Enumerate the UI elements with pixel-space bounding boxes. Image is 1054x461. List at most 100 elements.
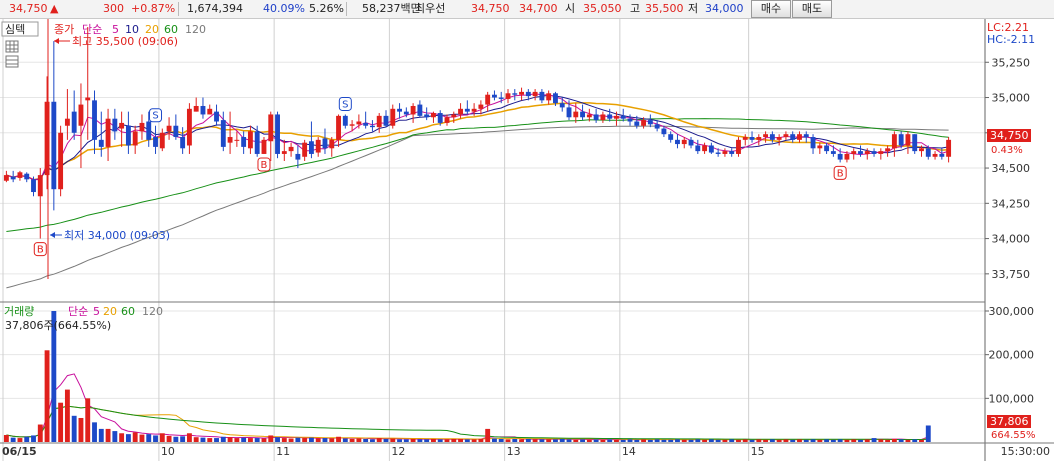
candle-body bbox=[268, 114, 274, 142]
volume-bar bbox=[553, 439, 558, 442]
volume-bar bbox=[797, 439, 802, 442]
candle-body bbox=[234, 139, 240, 141]
volume-bar bbox=[342, 438, 348, 442]
candle-body bbox=[539, 91, 545, 101]
volume-bar bbox=[71, 415, 77, 442]
candle-body bbox=[810, 137, 816, 149]
volume-bar bbox=[485, 428, 491, 442]
buy-signal-marker: B bbox=[257, 157, 271, 172]
divider bbox=[178, 2, 179, 16]
volume-bar bbox=[336, 436, 341, 442]
price-tick-label: 35,250 bbox=[992, 56, 1031, 69]
volume-bar bbox=[159, 433, 165, 442]
candle-body bbox=[546, 93, 552, 101]
candle-body bbox=[193, 105, 199, 112]
turnover-ratio: 5.26% bbox=[309, 2, 344, 15]
volume-tick-label: 100,000 bbox=[989, 392, 1035, 405]
volume-bar bbox=[322, 438, 328, 442]
volume-bar bbox=[566, 439, 572, 442]
candle-body bbox=[37, 175, 43, 197]
candle-body bbox=[803, 134, 809, 138]
candle-body bbox=[925, 148, 931, 157]
candle-body bbox=[376, 115, 382, 128]
candle-body bbox=[939, 153, 945, 157]
candle-body bbox=[207, 108, 213, 115]
volume-bar bbox=[166, 435, 172, 442]
candle-body bbox=[905, 134, 911, 146]
volume-bar bbox=[153, 435, 158, 442]
volume-bar bbox=[430, 438, 436, 442]
last-volume-label: 37,806주(664.55%) bbox=[5, 319, 111, 332]
candle-body bbox=[573, 111, 579, 118]
volume-legend-label: 거래량 bbox=[4, 305, 34, 318]
time-tick-label: 12 bbox=[391, 445, 405, 458]
candle-body bbox=[593, 114, 599, 121]
volume-bar bbox=[132, 432, 138, 442]
volume-bar bbox=[729, 439, 735, 442]
best-ask: 34,750 bbox=[471, 2, 510, 15]
volume-bar bbox=[268, 435, 274, 442]
volume-bar bbox=[871, 438, 877, 442]
volume-bar bbox=[634, 439, 640, 442]
volume-bar bbox=[105, 428, 111, 442]
best-quote-label: 최우선 bbox=[415, 2, 446, 15]
time-tick-label: 14 bbox=[622, 445, 636, 458]
candle-body bbox=[919, 148, 924, 152]
buy-button[interactable]: 매수 bbox=[751, 0, 791, 18]
volume-legend-avg: 단순 bbox=[68, 305, 88, 318]
current-volume-pct: 664.55% bbox=[991, 430, 1036, 441]
candle-body bbox=[824, 145, 830, 152]
candle-body bbox=[790, 134, 796, 140]
candle-body bbox=[492, 94, 497, 98]
volume-bar bbox=[925, 425, 931, 442]
volume-bar bbox=[444, 439, 450, 442]
sell-button[interactable]: 매도 bbox=[792, 0, 832, 18]
candle-body bbox=[559, 103, 565, 108]
volume-bar bbox=[315, 438, 321, 442]
period-toggle-icon[interactable] bbox=[5, 55, 19, 68]
volume-bar bbox=[227, 437, 233, 442]
volume-bar bbox=[390, 438, 396, 442]
volume-bar bbox=[451, 438, 457, 442]
volume-bar bbox=[119, 433, 125, 442]
volume-bar bbox=[220, 436, 226, 442]
high-label: 고 bbox=[630, 2, 641, 15]
candle-body bbox=[817, 145, 823, 149]
volume-bar bbox=[885, 439, 891, 442]
volume-tick-label: 200,000 bbox=[989, 349, 1035, 362]
candle-body bbox=[10, 176, 16, 180]
volume-bar bbox=[702, 439, 708, 442]
candle-body bbox=[17, 172, 23, 178]
candle-body bbox=[220, 120, 226, 147]
candle-body bbox=[58, 132, 64, 190]
candle-body bbox=[288, 146, 294, 152]
candle-body bbox=[308, 141, 314, 154]
candle-body bbox=[153, 137, 158, 147]
candle-body bbox=[851, 151, 857, 154]
stock-name-label: 심텍 bbox=[5, 23, 25, 36]
candle-body bbox=[410, 105, 416, 115]
candle-body bbox=[797, 134, 802, 140]
sell-signal-marker: S bbox=[338, 96, 352, 111]
min-annotation: 최저 34,000 (09:03) bbox=[50, 229, 170, 242]
volume-bar bbox=[708, 439, 714, 442]
stock-chart[interactable]: 심텍 종가 단순 5 10 20 60 120 35,25035,00034,7… bbox=[0, 19, 1054, 461]
volume-ratio: 40.09% bbox=[263, 2, 305, 15]
current-change-pct: 0.43% bbox=[991, 145, 1023, 156]
candle-body bbox=[322, 138, 328, 149]
volume-bar bbox=[824, 439, 830, 442]
candle-body bbox=[369, 125, 375, 128]
candle-body bbox=[281, 151, 287, 154]
volume-bar bbox=[600, 439, 606, 442]
candle-body bbox=[708, 145, 714, 153]
volume-bar bbox=[620, 439, 626, 442]
volume-bar bbox=[3, 435, 9, 442]
candle-body bbox=[342, 115, 348, 126]
candle-body bbox=[641, 120, 647, 126]
volume-bar bbox=[234, 438, 240, 442]
candle-body bbox=[769, 134, 775, 140]
volume-bar bbox=[539, 439, 545, 442]
grid-toggle-icon[interactable] bbox=[5, 40, 19, 53]
volume-bar bbox=[803, 439, 809, 442]
volume-bar bbox=[593, 439, 599, 442]
